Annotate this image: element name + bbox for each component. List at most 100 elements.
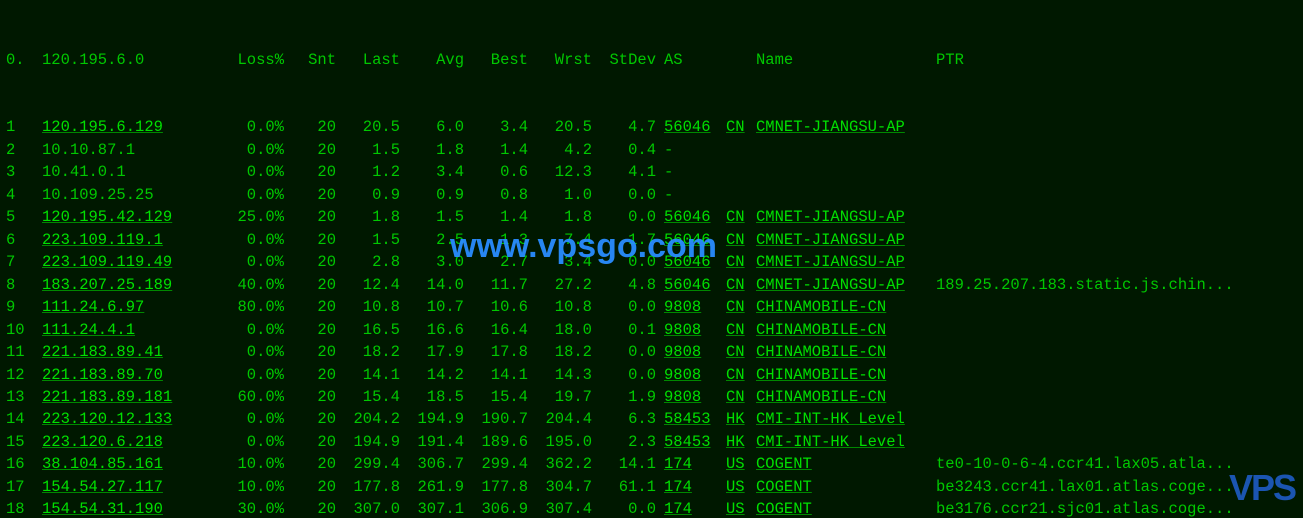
- hop-host: 221.183.89.181: [42, 386, 220, 408]
- hop-cc: [726, 139, 756, 161]
- hop-stdev: 0.0: [600, 364, 664, 386]
- hop-avg: 1.8: [408, 139, 472, 161]
- hop-last: 307.0: [344, 498, 408, 518]
- hop-snt: 20: [292, 341, 344, 363]
- hop-as: -: [664, 184, 726, 206]
- hop-last: 10.8: [344, 296, 408, 318]
- hop-ptr: [936, 251, 1297, 273]
- hop-host: 111.24.4.1: [42, 319, 220, 341]
- hop-last: 1.2: [344, 161, 408, 183]
- hop-num: 17: [6, 476, 42, 498]
- col-avg: Avg: [408, 49, 472, 71]
- hop-cc: CN: [726, 229, 756, 251]
- hop-asname: [756, 161, 936, 183]
- hop-asname: CHINAMOBILE-CN: [756, 319, 936, 341]
- hop-host: 154.54.31.190: [42, 498, 220, 518]
- hop-as: 58453: [664, 408, 726, 430]
- hop-cc: HK: [726, 431, 756, 453]
- hop-asname: CMI-INT-HK Level: [756, 431, 936, 453]
- hop-avg: 18.5: [408, 386, 472, 408]
- hop-asname: COGENT: [756, 476, 936, 498]
- hop-as: 174: [664, 498, 726, 518]
- hop-num: 6: [6, 229, 42, 251]
- hop-avg: 14.0: [408, 274, 472, 296]
- hop-snt: 20: [292, 498, 344, 518]
- hop-best: 190.7: [472, 408, 536, 430]
- hop-asname: COGENT: [756, 498, 936, 518]
- hop-row: 18154.54.31.19030.0%20307.0307.1306.9307…: [6, 498, 1297, 518]
- hop-stdev: 2.3: [600, 431, 664, 453]
- col-ptr: PTR: [936, 49, 1297, 71]
- hop-host: 120.195.6.129: [42, 116, 220, 138]
- hop-ptr: [936, 206, 1297, 228]
- hop-best: 3.4: [472, 116, 536, 138]
- hop-cc: CN: [726, 386, 756, 408]
- hop-wrst: 1.0: [536, 184, 600, 206]
- hop-best: 10.6: [472, 296, 536, 318]
- col-snt: Snt: [292, 49, 344, 71]
- hop-num: 8: [6, 274, 42, 296]
- col-loss: Loss%: [220, 49, 292, 71]
- hop-avg: 194.9: [408, 408, 472, 430]
- hop-num: 18: [6, 498, 42, 518]
- hop-snt: 20: [292, 206, 344, 228]
- hop-loss: 0.0%: [220, 408, 292, 430]
- hop-num: 10: [6, 319, 42, 341]
- hop-ptr: [936, 341, 1297, 363]
- hop-wrst: 10.8: [536, 296, 600, 318]
- hop-best: 0.6: [472, 161, 536, 183]
- hop-as: 174: [664, 453, 726, 475]
- hop-asname: CMNET-JIANGSU-AP: [756, 229, 936, 251]
- hop-cc: [726, 184, 756, 206]
- col-stdev: StDev: [600, 49, 664, 71]
- hop-row: 17154.54.27.11710.0%20177.8261.9177.8304…: [6, 476, 1297, 498]
- hop-num: 7: [6, 251, 42, 273]
- hop-host: 183.207.25.189: [42, 274, 220, 296]
- hop-as: -: [664, 161, 726, 183]
- hop-loss: 0.0%: [220, 184, 292, 206]
- hop-last: 16.5: [344, 319, 408, 341]
- hop-cc: CN: [726, 319, 756, 341]
- hop-snt: 20: [292, 116, 344, 138]
- watermark-text: www.vpsgo.com: [450, 222, 717, 271]
- hop-best: 189.6: [472, 431, 536, 453]
- hop-ptr: [936, 116, 1297, 138]
- hop-host: 10.109.25.25: [42, 184, 220, 206]
- hop-asname: [756, 139, 936, 161]
- hop-last: 204.2: [344, 408, 408, 430]
- hop-last: 2.8: [344, 251, 408, 273]
- hop-loss: 10.0%: [220, 453, 292, 475]
- hop-avg: 307.1: [408, 498, 472, 518]
- hop-asname: CMNET-JIANGSU-AP: [756, 116, 936, 138]
- hop-best: 11.7: [472, 274, 536, 296]
- hop-avg: 306.7: [408, 453, 472, 475]
- hop-row: 9111.24.6.9780.0%2010.810.710.610.80.098…: [6, 296, 1297, 318]
- hop-stdev: 0.1: [600, 319, 664, 341]
- hop-loss: 25.0%: [220, 206, 292, 228]
- hop-avg: 17.9: [408, 341, 472, 363]
- hop-wrst: 307.4: [536, 498, 600, 518]
- hop-snt: 20: [292, 139, 344, 161]
- hop-avg: 3.4: [408, 161, 472, 183]
- hop-last: 1.5: [344, 139, 408, 161]
- hop-host: 10.10.87.1: [42, 139, 220, 161]
- hop-snt: 20: [292, 319, 344, 341]
- hop-row: 13221.183.89.18160.0%2015.418.515.419.71…: [6, 386, 1297, 408]
- hop-stdev: 0.0: [600, 296, 664, 318]
- corner-logo: VPS: [1229, 462, 1295, 514]
- hop-wrst: 195.0: [536, 431, 600, 453]
- hop-as: 58453: [664, 431, 726, 453]
- hop-num: 3: [6, 161, 42, 183]
- hop-stdev: 4.1: [600, 161, 664, 183]
- hop-host: 221.183.89.70: [42, 364, 220, 386]
- hop-snt: 20: [292, 274, 344, 296]
- hop-as: 56046: [664, 274, 726, 296]
- hop-last: 15.4: [344, 386, 408, 408]
- hop-avg: 191.4: [408, 431, 472, 453]
- hop-avg: 6.0: [408, 116, 472, 138]
- col-host: 120.195.6.0: [42, 49, 220, 71]
- hop-host: 154.54.27.117: [42, 476, 220, 498]
- hop-last: 299.4: [344, 453, 408, 475]
- col-asname: Name: [756, 49, 936, 71]
- col-best: Best: [472, 49, 536, 71]
